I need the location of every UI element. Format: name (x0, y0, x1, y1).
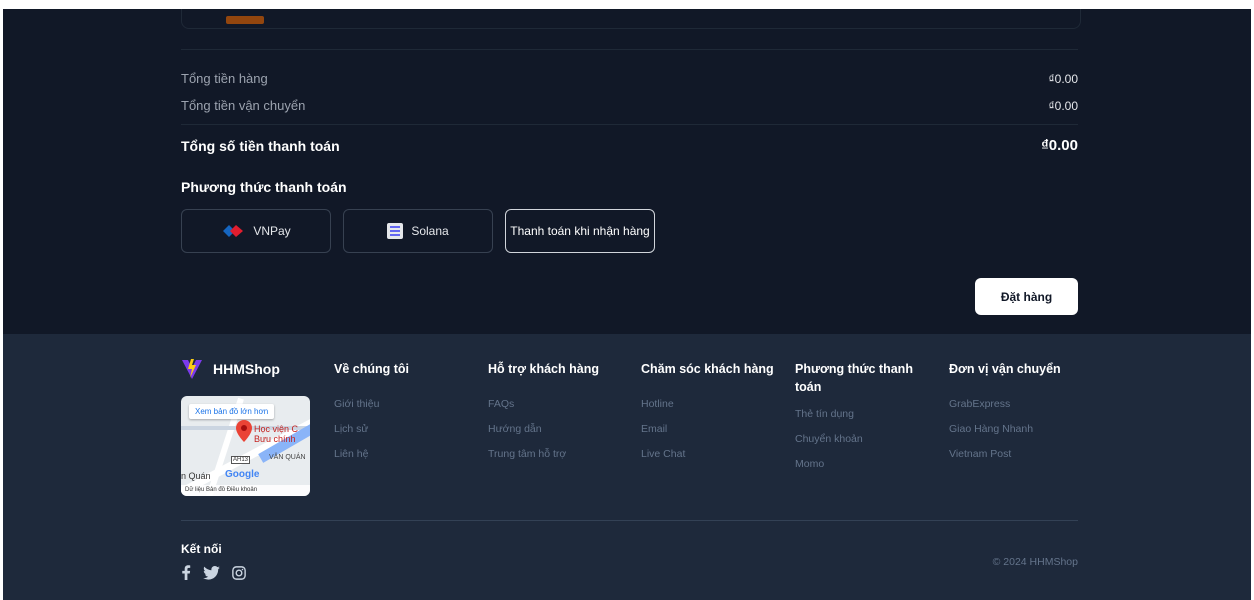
footer-link[interactable]: Chuyển khoản (795, 427, 920, 452)
divider (181, 124, 1078, 125)
footer-link[interactable]: Live Chat (641, 442, 774, 467)
payment-option-label: Solana (411, 224, 449, 238)
total-row: Tổng số tiền thanh toán ₫0.00 (181, 137, 1078, 154)
footer-column-title: Về chúng tôi (334, 362, 409, 376)
footer-brand[interactable]: HHMShop (181, 358, 280, 380)
product-thumbnail (226, 16, 264, 24)
footer-link[interactable]: Email (641, 417, 774, 442)
footer-link[interactable]: FAQs (488, 392, 599, 417)
divider (181, 49, 1078, 50)
map-district-label: n Quán (181, 471, 211, 481)
footer-link[interactable]: Lịch sử (334, 417, 409, 442)
payment-option-vnpay[interactable]: VNPay (181, 209, 331, 253)
shipping-label: Tổng tiền vận chuyển (181, 98, 306, 113)
footer-column-about: Về chúng tôi Giới thiệu Lịch sử Liên hệ (334, 360, 409, 467)
footer-link[interactable]: Hướng dẫn (488, 417, 599, 442)
map-pin-icon (236, 420, 252, 442)
vnpay-logo-icon (223, 225, 244, 237)
footer-column-payment: Phương thức thanh toán Thẻ tín dụng Chuy… (795, 360, 920, 477)
payment-option-label: VNPay (253, 224, 291, 238)
total-value: ₫0.00 (1041, 137, 1078, 154)
checkout-page: Tổng tiền hàng ₫0.00 Tổng tiền vận chuyể… (3, 9, 1251, 600)
place-order-button[interactable]: Đặt hàng (975, 278, 1078, 315)
footer-column-title: Hỗ trợ khách hàng (488, 362, 599, 376)
larger-map-link[interactable]: Xem bản đồ lớn hơn (189, 404, 275, 419)
map-road-shield: AH13 (231, 456, 251, 464)
footer-link[interactable]: Liên hệ (334, 442, 409, 467)
footer-link[interactable]: Thẻ tín dụng (795, 402, 920, 427)
instagram-icon[interactable] (232, 565, 246, 580)
footer-column-title: Chăm sóc khách hàng (641, 362, 774, 376)
footer-column-title: Đơn vị vận chuyển (949, 362, 1061, 376)
payment-option-label: Thanh toán khi nhận hàng (510, 224, 650, 238)
payment-option-solana[interactable]: Solana (343, 209, 493, 253)
brand-logo-icon (182, 359, 202, 379)
total-label: Tổng số tiền thanh toán (181, 137, 340, 154)
solana-logo-icon (387, 223, 404, 239)
footer-link[interactable]: Vietnam Post (949, 442, 1061, 467)
footer-column-title: Phương thức thanh toán (795, 362, 913, 394)
footer-link[interactable]: Giới thiệu (334, 392, 409, 417)
embedded-map[interactable]: Xem bản đồ lớn hơn Học viện C Bưu chính … (181, 396, 310, 496)
payment-method-title: Phương thức thanh toán (181, 179, 347, 195)
connect-label: Kết nối (181, 542, 222, 556)
google-logo: Google (225, 469, 260, 480)
map-district-label: VĂN QUÁN (269, 454, 306, 461)
map-attribution[interactable]: Dữ liệu Bản đồ Điều khoản (181, 485, 310, 496)
map-place-label: Học viện C Bưu chính (254, 424, 299, 444)
footer-column-support: Hỗ trợ khách hàng FAQs Hướng dẫn Trung t… (488, 360, 599, 467)
brand-name: HHMShop (213, 361, 280, 377)
social-links (181, 565, 246, 580)
payment-option-cod[interactable]: Thanh toán khi nhận hàng (505, 209, 655, 253)
shipping-value: ₫0.00 (1048, 98, 1078, 113)
subtotal-row: Tổng tiền hàng ₫0.00 (181, 71, 1078, 86)
footer-column-care: Chăm sóc khách hàng Hotline Email Live C… (641, 360, 774, 467)
footer-link[interactable]: Giao Hàng Nhanh (949, 417, 1061, 442)
shipping-row: Tổng tiền vận chuyển ₫0.00 (181, 98, 1078, 113)
subtotal-value: ₫0.00 (1048, 71, 1078, 86)
footer-link[interactable]: Hotline (641, 392, 774, 417)
footer-divider (181, 520, 1078, 521)
facebook-icon[interactable] (181, 565, 191, 580)
cart-item-card (181, 9, 1081, 29)
subtotal-label: Tổng tiền hàng (181, 71, 268, 86)
footer-column-shipping: Đơn vị vận chuyển GrabExpress Giao Hàng … (949, 360, 1061, 467)
site-footer: HHMShop Xem bản đồ lớn hơn Học viện C Bư… (3, 334, 1251, 600)
footer-link[interactable]: Trung tâm hỗ trợ (488, 442, 599, 467)
copyright-text: © 2024 HHMShop (992, 556, 1078, 568)
footer-link[interactable]: GrabExpress (949, 392, 1061, 417)
twitter-icon[interactable] (203, 565, 220, 580)
footer-link[interactable]: Momo (795, 452, 920, 477)
